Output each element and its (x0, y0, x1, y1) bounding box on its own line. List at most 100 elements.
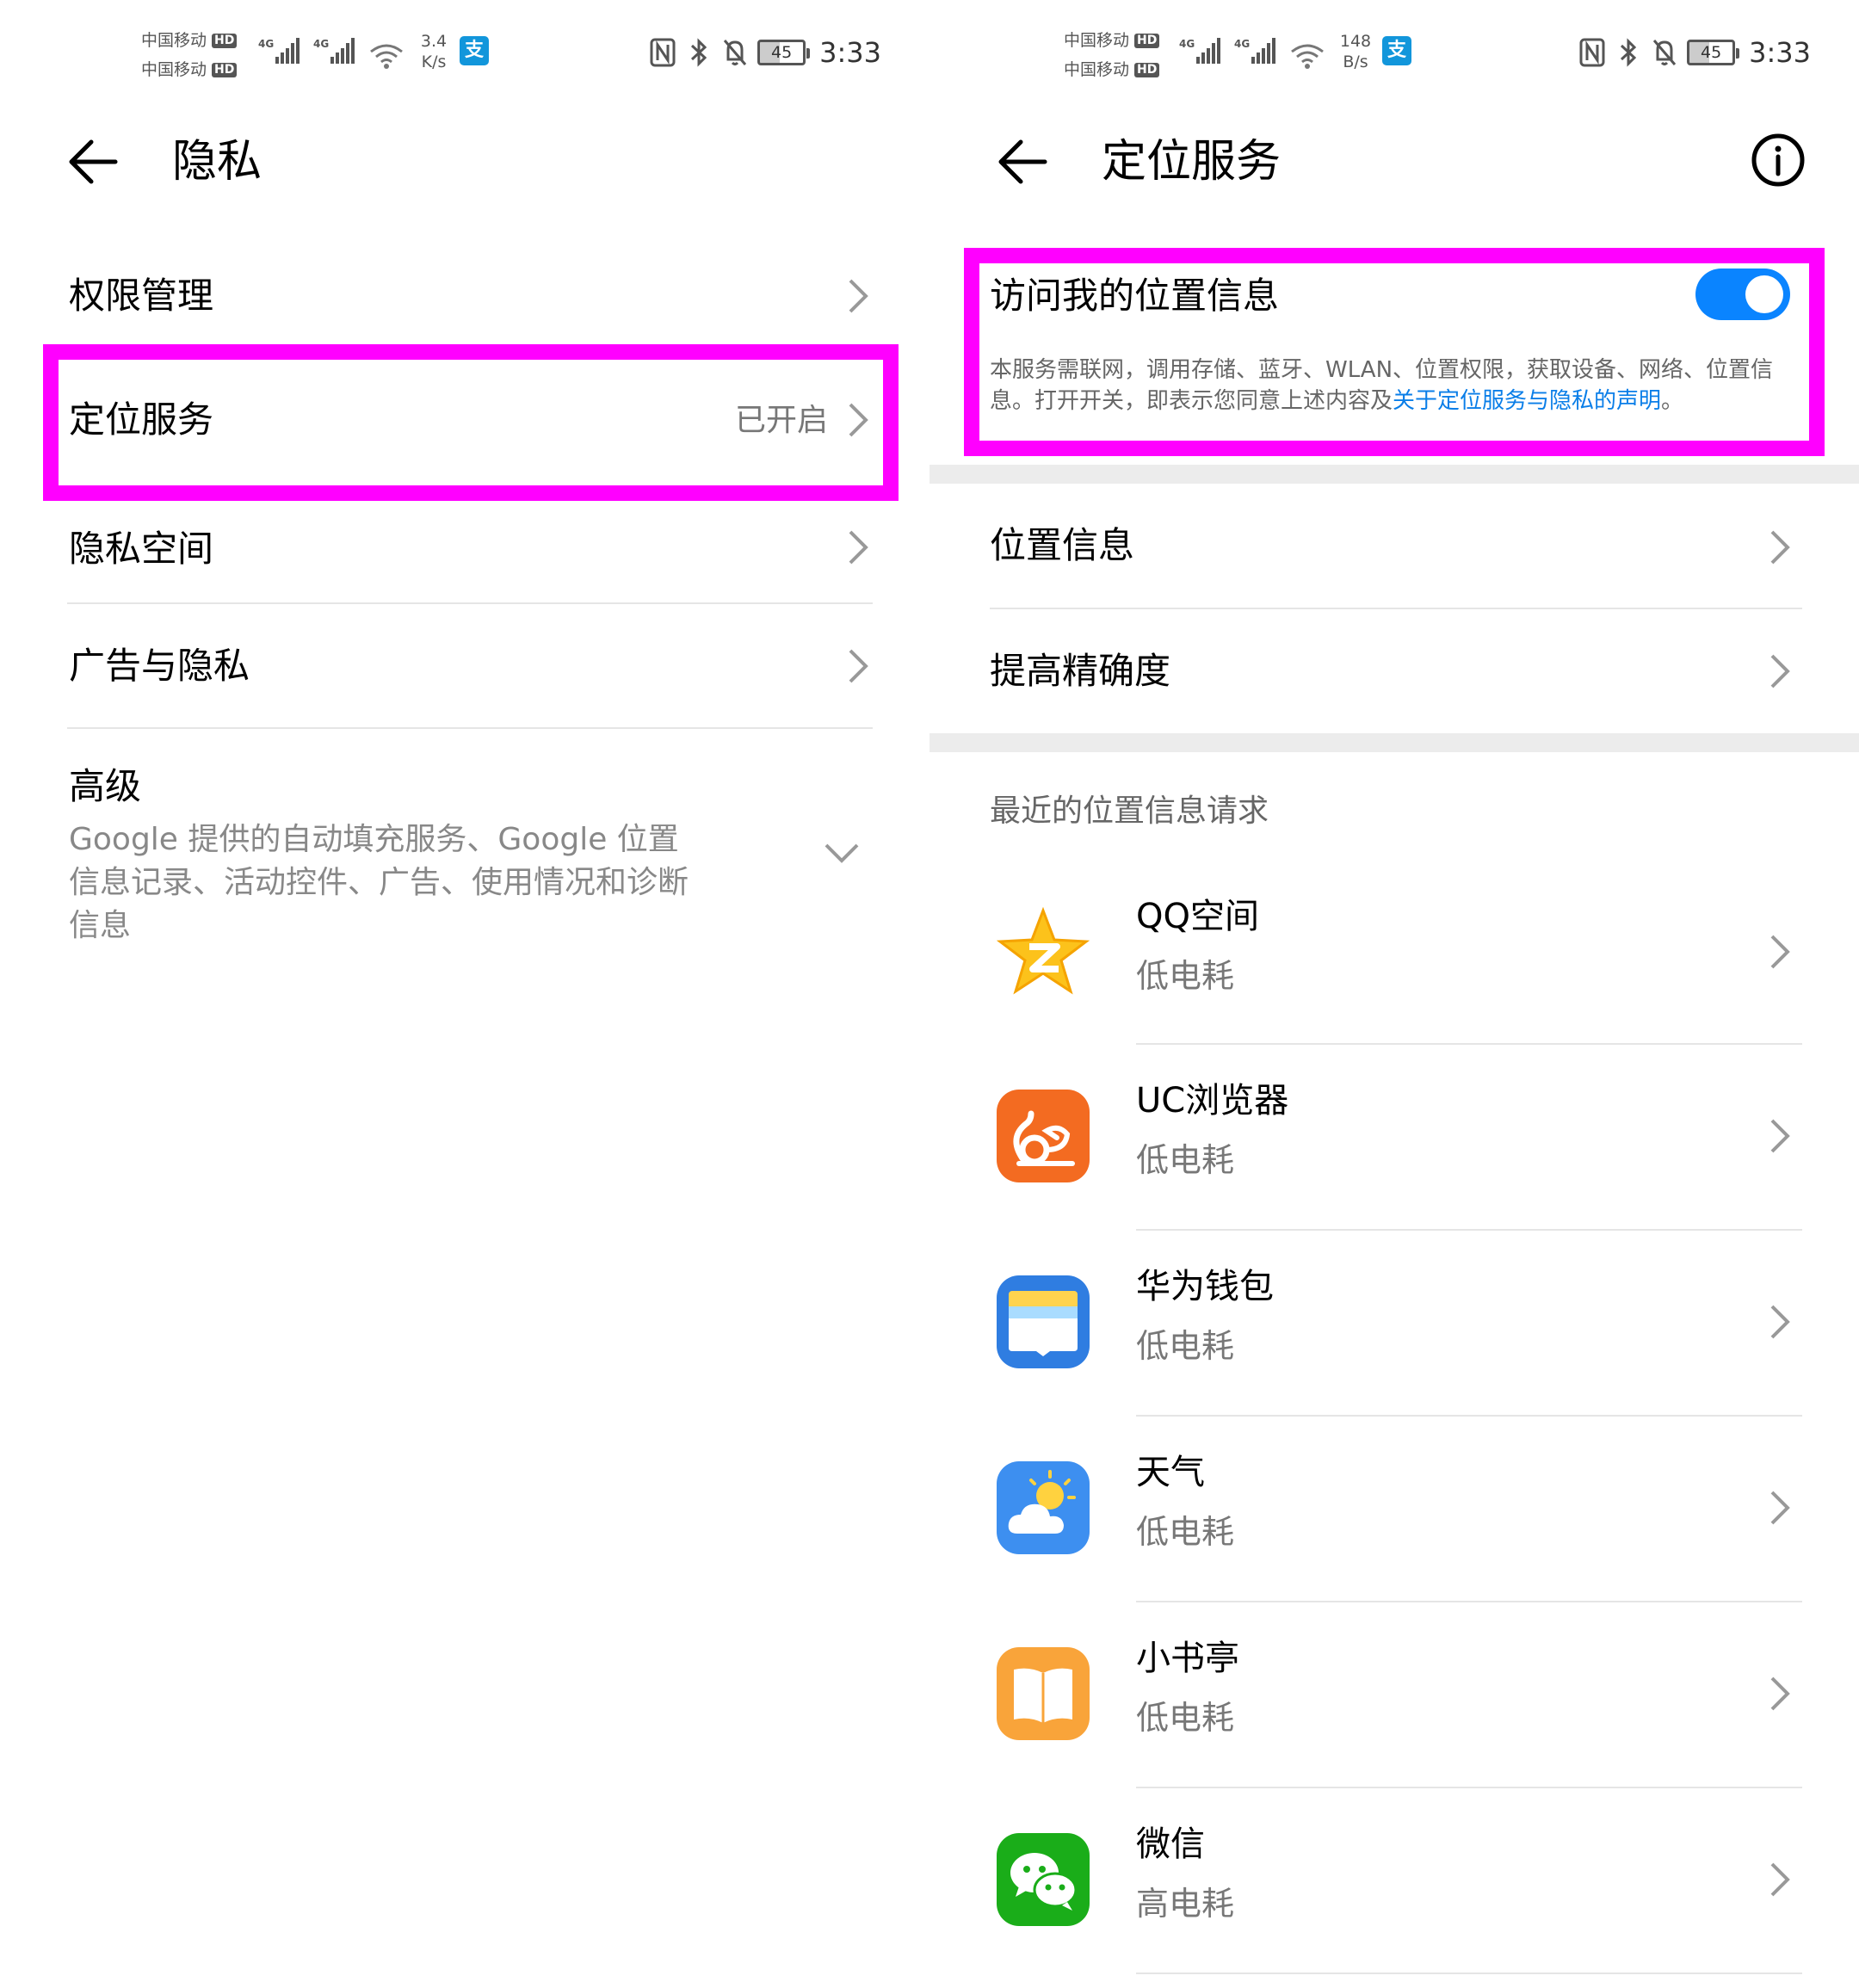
app-row-qzone[interactable]: QQ空间 低电耗 (930, 861, 1859, 1045)
app-bar: 定位服务 (930, 120, 1859, 203)
app-bar: 隐私 (0, 120, 930, 203)
mute-bell-icon (721, 37, 749, 68)
battery-indicator: 45 (757, 40, 811, 65)
qzone-icon (997, 906, 1090, 995)
power-consumption: 低电耗 (1136, 957, 1235, 995)
location-services-screen: 中国移动 HD 中国移动 HD 4G 4G 148 B/s 支 45 3:33 … (930, 0, 1859, 1988)
list-item-location-info[interactable]: 位置信息 (930, 484, 1859, 608)
highlight-annotation (964, 248, 1825, 456)
page-title: 定位服务 (1102, 136, 1282, 188)
status-bar: 中国移动 HD 中国移动 HD 4G 4G 148 B/s 支 45 3:33 (930, 19, 1859, 88)
page-title: 隐私 (172, 136, 262, 188)
list-item-label: 广告与隐私 (69, 645, 250, 687)
section-divider (930, 465, 1859, 484)
network-speed: 3.4 K/s (420, 32, 448, 71)
system-status-icons: 45 3:33 (649, 36, 881, 69)
advanced-description-line: 信息记录、活动控件、广告、使用情况和诊断 (69, 865, 689, 900)
chevron-right-icon (1770, 935, 1790, 969)
list-item-label: 高级 (69, 765, 142, 807)
back-arrow-icon[interactable] (67, 138, 119, 186)
network-speed: 148 B/s (1339, 32, 1372, 71)
hd-badge: HD (212, 62, 238, 77)
chevron-right-icon (1770, 1862, 1790, 1897)
carrier-info: 中国移动 HD 中国移动 HD (141, 26, 238, 84)
app-name: QQ空间 (1136, 897, 1259, 936)
list-item-improve-accuracy[interactable]: 提高精确度 (930, 609, 1859, 732)
battery-indicator: 45 (1687, 40, 1740, 65)
highlight-annotation (43, 344, 899, 501)
bluetooth-icon (685, 37, 713, 68)
power-consumption: 低电耗 (1136, 1141, 1235, 1179)
app-row-xiaoshuting[interactable]: 小书亭 低电耗 (930, 1602, 1859, 1788)
alipay-notification-icon: 支 (460, 36, 489, 65)
carrier-name: 中国移动 (1064, 31, 1130, 50)
carrier-info: 中国移动 HD 中国移动 HD (1064, 26, 1160, 84)
app-name: 天气 (1136, 1453, 1205, 1492)
carrier-name: 中国移动 (141, 31, 207, 50)
wechat-icon (997, 1833, 1090, 1926)
system-status-icons: 45 3:33 (1578, 36, 1811, 69)
hd-badge: HD (1134, 62, 1160, 77)
list-item-advanced[interactable]: 高级 Google 提供的自动填充服务、Google 位置 信息记录、活动控件、… (0, 732, 930, 955)
back-arrow-icon[interactable] (997, 138, 1048, 186)
advanced-description-line: 信息 (69, 908, 132, 943)
chevron-right-icon (1770, 530, 1790, 565)
chevron-down-icon (825, 843, 859, 863)
chevron-right-icon (849, 279, 868, 313)
privacy-screen: 中国移动 HD 中国移动 HD 4G 4G 3.4 K/s 支 45 3:33 … (0, 0, 930, 1988)
status-bar: 中国移动 HD 中国移动 HD 4G 4G 3.4 K/s 支 45 3:33 (0, 19, 930, 88)
clock: 3:33 (819, 36, 881, 69)
wifi-icon (370, 44, 403, 69)
list-item-permission-management[interactable]: 权限管理 (0, 255, 930, 349)
chevron-right-icon (849, 649, 868, 683)
list-item-private-space[interactable]: 隐私空间 (0, 503, 930, 602)
power-consumption: 高电耗 (1136, 1885, 1235, 1923)
app-row-uc-browser[interactable]: UC浏览器 低电耗 (930, 1045, 1859, 1231)
list-item-label: 隐私空间 (69, 528, 214, 570)
app-name: 小书亭 (1136, 1639, 1239, 1678)
clock: 3:33 (1749, 36, 1811, 69)
app-name: UC浏览器 (1136, 1081, 1289, 1121)
chevron-right-icon (1770, 654, 1790, 688)
app-row-weather[interactable]: 天气 低电耗 (930, 1417, 1859, 1602)
section-divider (930, 733, 1859, 752)
list-item-label: 提高精确度 (990, 650, 1171, 692)
power-consumption: 低电耗 (1136, 1699, 1235, 1737)
signal-strength-icon: 4G (1234, 38, 1277, 64)
chevron-right-icon (1770, 1305, 1790, 1339)
info-icon[interactable] (1751, 133, 1806, 188)
power-consumption: 低电耗 (1136, 1327, 1235, 1365)
bluetooth-icon (1615, 37, 1642, 68)
app-name: 微信 (1136, 1824, 1205, 1864)
carrier-name: 中国移动 (1064, 60, 1130, 79)
signal-strength-icon: 4G (313, 38, 356, 64)
chevron-right-icon (849, 530, 868, 565)
xiaoshuting-icon (997, 1647, 1090, 1740)
nfc-icon (1578, 37, 1606, 68)
divider (1136, 1973, 1802, 1974)
signal-strength-icon: 4G (1179, 38, 1222, 64)
mute-bell-icon (1651, 37, 1678, 68)
recent-requests-header: 最近的位置信息请求 (990, 793, 1269, 829)
signal-strength-icon: 4G (258, 38, 301, 64)
weather-icon (997, 1461, 1090, 1554)
hd-badge: HD (1134, 33, 1160, 48)
list-item-ads-privacy[interactable]: 广告与隐私 (0, 604, 930, 728)
chevron-right-icon (1770, 1119, 1790, 1153)
app-row-wechat[interactable]: 微信 高电耗 (930, 1788, 1859, 1974)
uc-browser-icon (997, 1090, 1090, 1182)
advanced-description-line: Google 提供的自动填充服务、Google 位置 (69, 822, 679, 857)
nfc-icon (649, 37, 676, 68)
divider (67, 727, 873, 729)
app-name: 华为钱包 (1136, 1267, 1274, 1306)
hd-badge: HD (212, 33, 238, 48)
chevron-right-icon (1770, 1676, 1790, 1711)
power-consumption: 低电耗 (1136, 1513, 1235, 1551)
chevron-right-icon (1770, 1491, 1790, 1525)
list-item-label: 权限管理 (69, 275, 214, 317)
alipay-notification-icon: 支 (1382, 36, 1411, 65)
carrier-name: 中国移动 (141, 60, 207, 79)
huawei-wallet-icon (997, 1275, 1090, 1368)
wifi-icon (1291, 44, 1324, 69)
app-row-huawei-wallet[interactable]: 华为钱包 低电耗 (930, 1231, 1859, 1417)
